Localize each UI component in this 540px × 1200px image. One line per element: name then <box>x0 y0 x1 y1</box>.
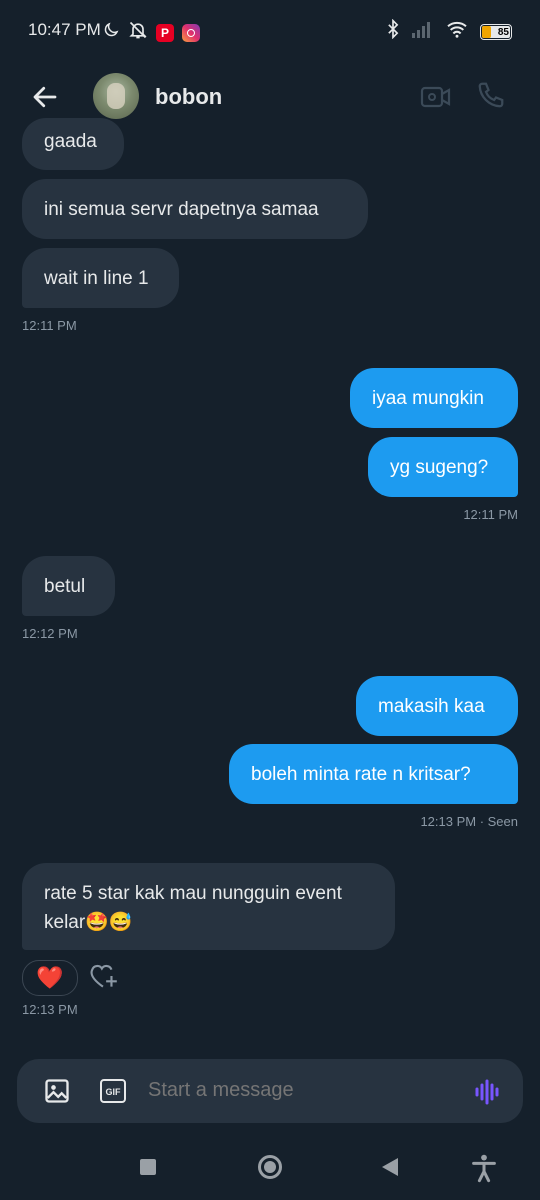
message-timestamp-seen: 12:13 PM · Seen <box>420 814 518 829</box>
message-composer: GIF <box>17 1059 523 1123</box>
message-bubble-incoming[interactable]: wait in line 1 <box>22 248 179 308</box>
message-bubble-incoming[interactable]: betul <box>22 556 115 616</box>
image-icon[interactable] <box>43 1077 71 1110</box>
message-bubble-outgoing[interactable]: iyaa mungkin <box>350 368 518 428</box>
video-call-icon[interactable] <box>420 82 452 117</box>
moon-icon <box>102 21 120 44</box>
message-text: ini semua servr dapetnya samaa <box>44 199 319 220</box>
add-reaction-icon[interactable] <box>88 961 120 996</box>
message-bubble-outgoing[interactable]: yg sugeng? <box>368 437 518 497</box>
message-timestamp: 12:11 PM <box>463 507 518 522</box>
message-text: yg sugeng? <box>390 457 489 478</box>
system-nav-bar <box>0 1140 540 1200</box>
status-left-icons: P <box>102 20 200 45</box>
message-text: betul <box>44 576 86 597</box>
message-text: gaada <box>44 131 97 152</box>
message-bubble-incoming[interactable]: ini semua servr dapetnya samaa <box>22 179 368 239</box>
bell-off-icon <box>128 20 148 45</box>
message-text: iyaa mungkin <box>372 388 484 409</box>
message-bubble-incoming[interactable]: rate 5 star kak mau nungguin event kelar… <box>22 863 395 950</box>
contact-name[interactable]: bobon <box>155 84 222 110</box>
accessibility-icon[interactable] <box>470 1153 498 1188</box>
battery-icon: 85 <box>480 23 512 40</box>
instagram-icon <box>182 23 200 42</box>
message-input[interactable] <box>146 1078 450 1103</box>
message-text: boleh minta rate n kritsar? <box>251 764 471 785</box>
message-text: wait in line 1 <box>44 268 149 289</box>
message-text-line1: rate 5 star kak mau nungguin event <box>44 883 342 904</box>
avatar[interactable] <box>93 73 139 119</box>
message-timestamp: 12:11 PM <box>22 318 77 333</box>
heart-reaction[interactable]: ❤️ <box>22 960 78 996</box>
back-arrow-icon[interactable] <box>30 82 60 112</box>
signal-icon <box>412 20 434 43</box>
message-text: makasih kaa <box>378 696 485 717</box>
message-bubble-outgoing[interactable]: makasih kaa <box>356 676 518 736</box>
status-right-icons: 85 <box>386 18 512 44</box>
home-button[interactable] <box>258 1155 282 1179</box>
svg-text:GIF: GIF <box>106 1087 122 1097</box>
message-reactions: ❤️ <box>22 960 120 996</box>
status-bar: 10:47 PM P 85 <box>0 0 540 62</box>
status-time: 10:47 PM <box>28 20 101 39</box>
message-bubble-outgoing[interactable]: boleh minta rate n kritsar? <box>229 744 518 804</box>
back-button[interactable] <box>382 1158 398 1176</box>
bluetooth-icon <box>386 18 400 44</box>
pinterest-icon: P <box>156 23 174 42</box>
message-timestamp: 12:12 PM <box>22 626 78 641</box>
gif-icon[interactable]: GIF <box>99 1078 127 1109</box>
voice-message-icon[interactable] <box>473 1078 501 1111</box>
message-bubble-incoming[interactable]: gaada <box>22 118 124 170</box>
wifi-icon <box>446 20 468 43</box>
message-timestamp: 12:13 PM <box>22 1002 78 1017</box>
recents-button[interactable] <box>140 1159 156 1175</box>
phone-call-icon[interactable] <box>476 80 506 115</box>
message-text-line2: kelar🤩😅 <box>44 912 133 933</box>
battery-level: 85 <box>497 26 509 38</box>
